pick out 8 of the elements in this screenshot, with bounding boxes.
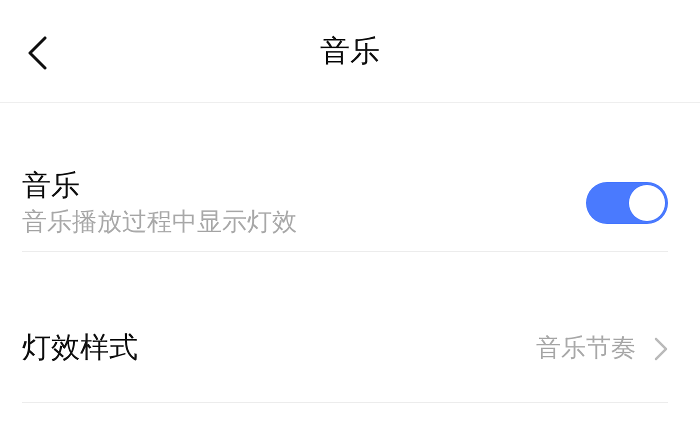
setting-value: 音乐节奏 — [536, 333, 636, 364]
setting-label[interactable]: 灯效样式 — [22, 327, 138, 371]
back-icon[interactable] — [26, 36, 48, 70]
toggle-switch[interactable] — [586, 182, 668, 224]
chevron-right-icon — [654, 337, 668, 361]
setting-label: 音乐 — [22, 169, 80, 204]
page-title: 音乐 — [320, 34, 380, 70]
setting-description: 音乐播放过程中显示灯效 — [22, 207, 297, 238]
